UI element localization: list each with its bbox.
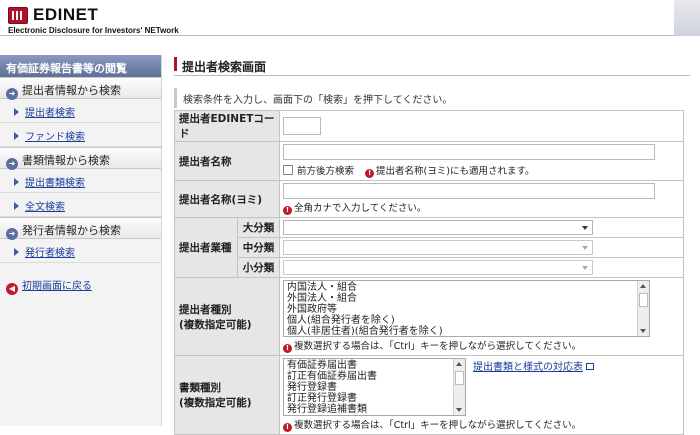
type-label: 提出者種別 (複数指定可能) [174, 277, 280, 356]
listbox-scrollbar[interactable] [637, 281, 649, 336]
industry-medium-select[interactable] [283, 240, 593, 255]
arrow-circle-icon: ➜ [6, 158, 18, 170]
sidebar-item-issuer-search[interactable]: 発行者検索 [0, 239, 161, 263]
arrow-circle-icon: ➜ [6, 228, 18, 240]
type-note: 複数選択する場合は、「Ctrl」キーを押しながら選択してください。 [294, 341, 582, 352]
list-option[interactable]: 外国法人・組合 [287, 293, 633, 304]
kana-label: 提出者名称(ヨミ) [174, 180, 280, 218]
warning-icon: ! [365, 169, 375, 178]
sidebar-link[interactable]: 提出書類検索 [25, 178, 85, 189]
edinet-code-label: 提出者EDINETコード [174, 110, 280, 142]
industry-small-label: 小分類 [237, 257, 280, 278]
edinet-logo-icon [8, 7, 28, 24]
industry-large-select[interactable] [283, 220, 593, 235]
industry-small-select[interactable] [283, 260, 593, 275]
type-cell: 内国法人・組合 外国法人・組合 外国政府等 個人(組合発行者を除く) 個人(非居… [279, 277, 684, 356]
back-arrow-icon: ◀ [6, 283, 18, 295]
sidebar-link[interactable]: ファンド検索 [25, 132, 85, 143]
triangle-icon [14, 178, 19, 186]
document-type-listbox[interactable]: 有価証券届出書 訂正有価証券届出書 発行登録書 訂正発行登録書 発行登録追補書類 [283, 358, 466, 416]
header-decoration [674, 0, 700, 36]
name-label: 提出者名称 [174, 141, 280, 181]
sidebar-section-issuer: ➜ 発行者情報から検索 [0, 217, 161, 240]
sidebar-item-submitter-search[interactable]: 提出者検索 [0, 99, 161, 123]
kana-note: 全角カナで入力してください。 [294, 203, 427, 214]
sidebar-link[interactable]: 提出者検索 [25, 108, 75, 119]
sidebar-link[interactable]: 発行者検索 [25, 248, 75, 259]
name-cell: 前方後方検索 ! 提出者名称(ヨミ)にも適用されます。 [279, 141, 684, 181]
instruction-text: 検索条件を入力し、画面下の「検索」を押下してください。 [174, 88, 690, 108]
listbox-scrollbar[interactable] [453, 359, 465, 415]
triangle-icon [14, 132, 19, 140]
edinet-code-cell [279, 110, 684, 142]
submitter-type-listbox[interactable]: 内国法人・組合 外国法人・組合 外国政府等 個人(組合発行者を除く) 個人(非居… [283, 280, 650, 337]
back-link[interactable]: 初期画面に戻る [22, 281, 92, 292]
name-options: 前方後方検索 ! 提出者名称(ヨミ)にも適用されます。 [283, 163, 680, 178]
sidebar-item-fulltext-search[interactable]: 全文検索 [0, 193, 161, 217]
industry-medium-label: 中分類 [237, 237, 280, 258]
industry-label: 提出者業種 [174, 217, 238, 278]
list-option[interactable]: 発行登録書 [287, 382, 449, 393]
sidebar-section-submitter: ➜ 提出者情報から検索 [0, 77, 161, 100]
triangle-icon [14, 108, 19, 116]
warning-icon: ! [283, 344, 292, 353]
sidebar-item-document-search[interactable]: 提出書類検索 [0, 169, 161, 193]
prefix-suffix-label: 前方後方検索 [297, 166, 355, 177]
sidebar: 有価証券報告書等の閲覧 ➜ 提出者情報から検索 提出者検索 ファンド検索 ➜ 書類情… [0, 55, 162, 426]
type-label-line2: (複数指定可能) [179, 318, 252, 331]
kana-input[interactable] [283, 183, 655, 199]
list-option[interactable]: 発行登録追補書類 [287, 404, 449, 415]
triangle-icon [14, 202, 19, 210]
arrow-circle-icon: ➜ [6, 88, 18, 100]
triangle-icon [14, 248, 19, 256]
sidebar-link[interactable]: 全文検索 [25, 202, 65, 213]
list-option[interactable]: 個人(非居住者)(組合発行者を除く) [287, 326, 633, 336]
doc-label: 書類種別 (複数指定可能) [174, 355, 280, 435]
chevron-down-icon [582, 246, 588, 250]
logo-subtitle: Electronic Disclosure for Investors' NET… [8, 26, 179, 35]
name-input[interactable] [283, 144, 655, 160]
doc-format-link[interactable]: 提出書類と様式の対応表 [473, 362, 583, 373]
chevron-down-icon [582, 226, 588, 230]
type-note-row: ! 複数選択する場合は、「Ctrl」キーを押しながら選択してください。 [283, 338, 680, 353]
sidebar-item-fund-search[interactable]: ファンド検索 [0, 123, 161, 147]
doc-link-wrap: 提出書類と様式の対応表 [473, 358, 594, 373]
doc-label-line2: (複数指定可能) [179, 397, 252, 409]
search-form: 提出者EDINETコード 提出者名称 前方後方検索 ! 提出者名称(ヨミ)にも適用… [174, 110, 684, 435]
doc-cell: 有価証券届出書 訂正有価証券届出書 発行登録書 訂正発行登録書 発行登録追補書類… [279, 355, 684, 435]
sidebar-section-label: 書類情報から検索 [22, 154, 110, 167]
sidebar-section-label: 発行者情報から検索 [22, 224, 121, 237]
back-to-home[interactable]: ◀ 初期画面に戻る [0, 263, 161, 295]
sidebar-section-label: 提出者情報から検索 [22, 84, 121, 97]
kana-note-row: ! 全角カナで入力してください。 [283, 200, 680, 215]
list-option[interactable]: 訂正有価証券届出書 [287, 371, 449, 382]
sidebar-section-document: ➜ 書類情報から検索 [0, 147, 161, 170]
list-option[interactable]: 訂正発行登録書 [287, 393, 449, 404]
name-note: 提出者名称(ヨミ)にも適用されます。 [376, 166, 535, 177]
main-content: 提出者検索画面 検索条件を入力し、画面下の「検索」を押下してください。 提出者E… [174, 52, 690, 435]
kana-cell: ! 全角カナで入力してください。 [279, 180, 684, 218]
type-label-line1: 提出者種別 [179, 303, 232, 316]
doc-label-line1: 書類種別 [179, 382, 221, 394]
doc-row: 有価証券届出書 訂正有価証券届出書 発行登録書 訂正発行登録書 発行登録追補書類… [283, 358, 680, 416]
edinet-code-input[interactable] [283, 117, 321, 135]
industry-small-cell [279, 257, 684, 278]
warning-icon: ! [283, 206, 292, 215]
industry-medium-cell [279, 237, 684, 258]
list-option[interactable]: 外国政府等 [287, 304, 633, 315]
list-option[interactable]: 個人(組合発行者を除く) [287, 315, 633, 326]
list-option[interactable]: 有価証券届出書 [287, 360, 449, 371]
page-title: 提出者検索画面 [174, 52, 690, 76]
industry-large-cell [279, 217, 684, 238]
list-option[interactable]: 内国法人・組合 [287, 282, 633, 293]
logo-text: EDINET [33, 5, 99, 24]
industry-large-label: 大分類 [237, 217, 280, 238]
prefix-suffix-checkbox[interactable] [283, 165, 293, 175]
chevron-down-icon [582, 266, 588, 270]
warning-icon: ! [283, 423, 292, 432]
external-window-icon [586, 363, 594, 370]
sidebar-title: 有価証券報告書等の閲覧 [0, 55, 161, 77]
site-header: EDINET Electronic Disclosure for Investo… [0, 0, 700, 36]
doc-note-row: ! 複数選択する場合は、「Ctrl」キーを押しながら選択してください。 [283, 417, 680, 432]
